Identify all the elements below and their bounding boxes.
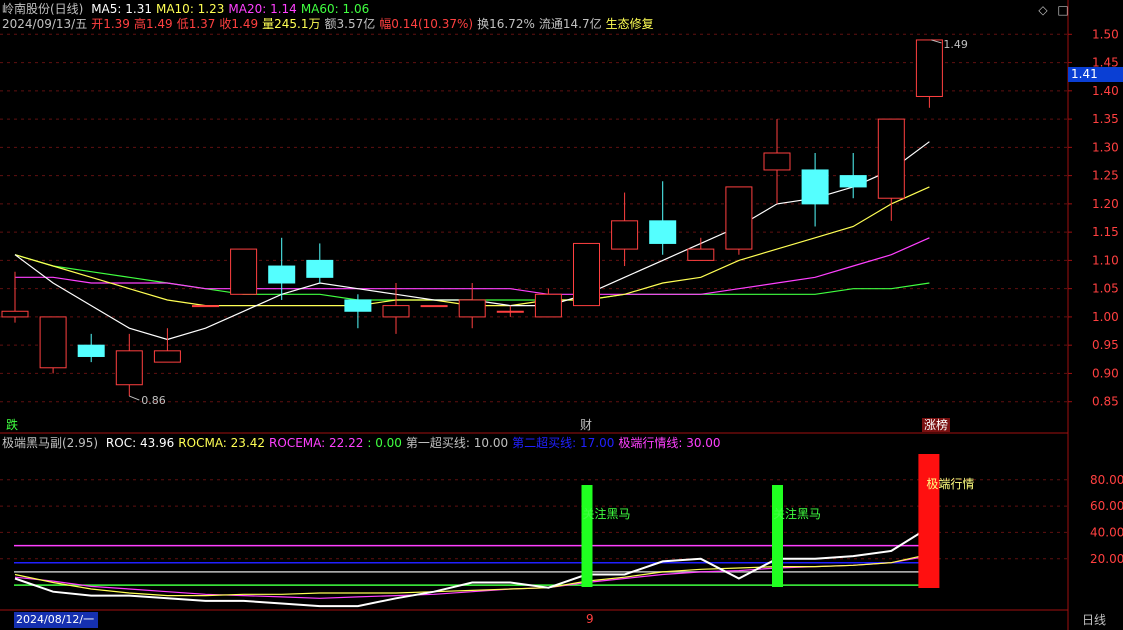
candle-body — [534, 293, 562, 318]
price-tick-label: 0.90 — [1092, 366, 1119, 380]
signal-bar — [772, 485, 783, 587]
rocma-line — [14, 553, 930, 597]
ma-legend-item: MA10: 1.23 — [155, 2, 225, 16]
event-marker-right[interactable]: 涨榜 — [922, 418, 951, 432]
low-pointer — [129, 395, 140, 401]
ma-legend-item: MA20: 1.14 — [228, 2, 297, 16]
candle-body — [115, 350, 143, 386]
settings-icon[interactable]: ◇ — [1035, 3, 1051, 17]
candle-body — [153, 350, 181, 363]
indicator-value: 第一超买线: 10.00 — [405, 436, 509, 450]
indicator-value: ROC: 43.96 — [105, 436, 175, 450]
candle-body — [458, 299, 486, 318]
signal-label: 关注黑马 — [583, 506, 631, 521]
date-cursor-tag: 2024/08/12/一 — [14, 612, 98, 628]
price-tick-label: 0.95 — [1092, 338, 1119, 352]
indicator-header: 极端黑马副(2.95) ROC: 43.96 ROCMA: 23.42 ROCEMA… — [2, 436, 725, 450]
candle-body — [1, 310, 29, 318]
price-tick-label: 1.05 — [1092, 282, 1119, 296]
price-tick-label: 0.85 — [1092, 395, 1119, 409]
candle-body — [230, 248, 258, 295]
period-label: 日线 — [1082, 613, 1107, 627]
quote-field: 生态修复 — [605, 17, 654, 31]
ma-legend: MA5: 1.31 MA10: 1.23 MA20: 1.14 MA60: 1.06 — [91, 2, 373, 16]
quote-field: 2024/09/13/五 — [2, 17, 88, 31]
indicator-tick-label: 80.00 — [1090, 473, 1123, 487]
indicator-tick-label: 20.00 — [1090, 552, 1123, 566]
candle-body — [496, 310, 524, 313]
price-tick-label: 1.40 — [1092, 84, 1119, 98]
candle-body — [39, 316, 67, 369]
candle-body — [649, 220, 677, 244]
candle-body — [344, 299, 372, 312]
price-tick-label: 1.50 — [1092, 27, 1119, 41]
indicator-value: ROCEMA: 22.22 — [269, 436, 364, 450]
signal-bar — [581, 485, 593, 587]
candle-body — [725, 186, 753, 250]
price-tick-label: 1.10 — [1092, 253, 1119, 267]
ma-legend-item: MA5: 1.31 — [91, 2, 152, 16]
quote-field: 额3.57亿 — [324, 17, 376, 31]
candle-body — [801, 169, 829, 205]
quote-field: 幅0.14(10.37%) — [379, 17, 474, 31]
quote-field: 换16.72% — [477, 17, 535, 31]
event-marker-left[interactable]: 跌 — [6, 418, 18, 432]
ma-legend-item: MA60: 1.06 — [300, 2, 370, 16]
candle-body — [192, 305, 219, 308]
indicator-tick-label: 40.00 — [1090, 525, 1123, 539]
candle-body — [382, 305, 410, 318]
quote-line: 2024/09/13/五 开1.39 高1.49 低1.37 收1.49 量245.1万额… — [2, 17, 658, 31]
quote-field: 开1.39 — [91, 17, 130, 31]
price-tick-label: 1.15 — [1092, 225, 1119, 239]
maximize-icon[interactable]: □ — [1055, 3, 1071, 17]
extreme-bar — [918, 454, 940, 588]
month-marker: 9 — [586, 612, 594, 626]
candle-body — [420, 305, 448, 308]
quote-field: 低1.37 — [176, 17, 216, 31]
candle-body — [915, 39, 943, 97]
indicator-tick-label: 60.00 — [1090, 499, 1123, 513]
stock-name: 岭南股份(日线) — [2, 2, 84, 16]
indicator-title[interactable]: 极端黑马副(2.95) — [2, 436, 98, 450]
candle-body — [877, 118, 905, 199]
price-tick-label: 1.35 — [1092, 112, 1119, 126]
low-label: 0.86 — [141, 394, 166, 407]
candle-body — [763, 152, 791, 171]
price-tick-label: 1.25 — [1092, 169, 1119, 183]
quote-field: 收1.49 — [219, 17, 259, 31]
candle-body — [687, 248, 715, 261]
indicator-value: 极端行情线: 30.00 — [618, 436, 721, 450]
price-tick-label: 1.30 — [1092, 140, 1119, 154]
candle-body — [77, 344, 105, 357]
quote-field: 高1.49 — [133, 17, 173, 31]
current-price-tag: 1.41 — [1068, 67, 1123, 82]
event-marker-mid[interactable]: 财 — [580, 418, 592, 432]
candle-body — [306, 259, 334, 278]
quote-field: 流通14.7亿 — [538, 17, 602, 31]
indicator-value: ROCMA: 23.42 — [178, 436, 266, 450]
extreme-label: 极端行情 — [926, 477, 974, 491]
signal-label: 关注黑马 — [773, 506, 821, 521]
quote-field: 量245.1万 — [262, 17, 321, 31]
price-tick-label: 1.00 — [1092, 310, 1119, 324]
candle-body — [839, 175, 867, 188]
price-header-line1: 岭南股份(日线) MA5: 1.31 MA10: 1.23 MA20: 1.14 MA… — [2, 2, 377, 16]
candle-body — [268, 265, 296, 284]
indicator-value: : 0.00 — [367, 436, 402, 450]
high-label: 1.49 — [943, 38, 968, 51]
indicator-value: 第二超买线: 17.00 — [512, 436, 615, 450]
chart-canvas[interactable]: 1.490.86 关注黑马 关注黑马极端行情 1.501.451.401.351.… — [0, 0, 1123, 630]
candle-body — [573, 242, 600, 307]
candle-body — [611, 220, 639, 250]
price-tick-label: 1.20 — [1092, 197, 1119, 211]
